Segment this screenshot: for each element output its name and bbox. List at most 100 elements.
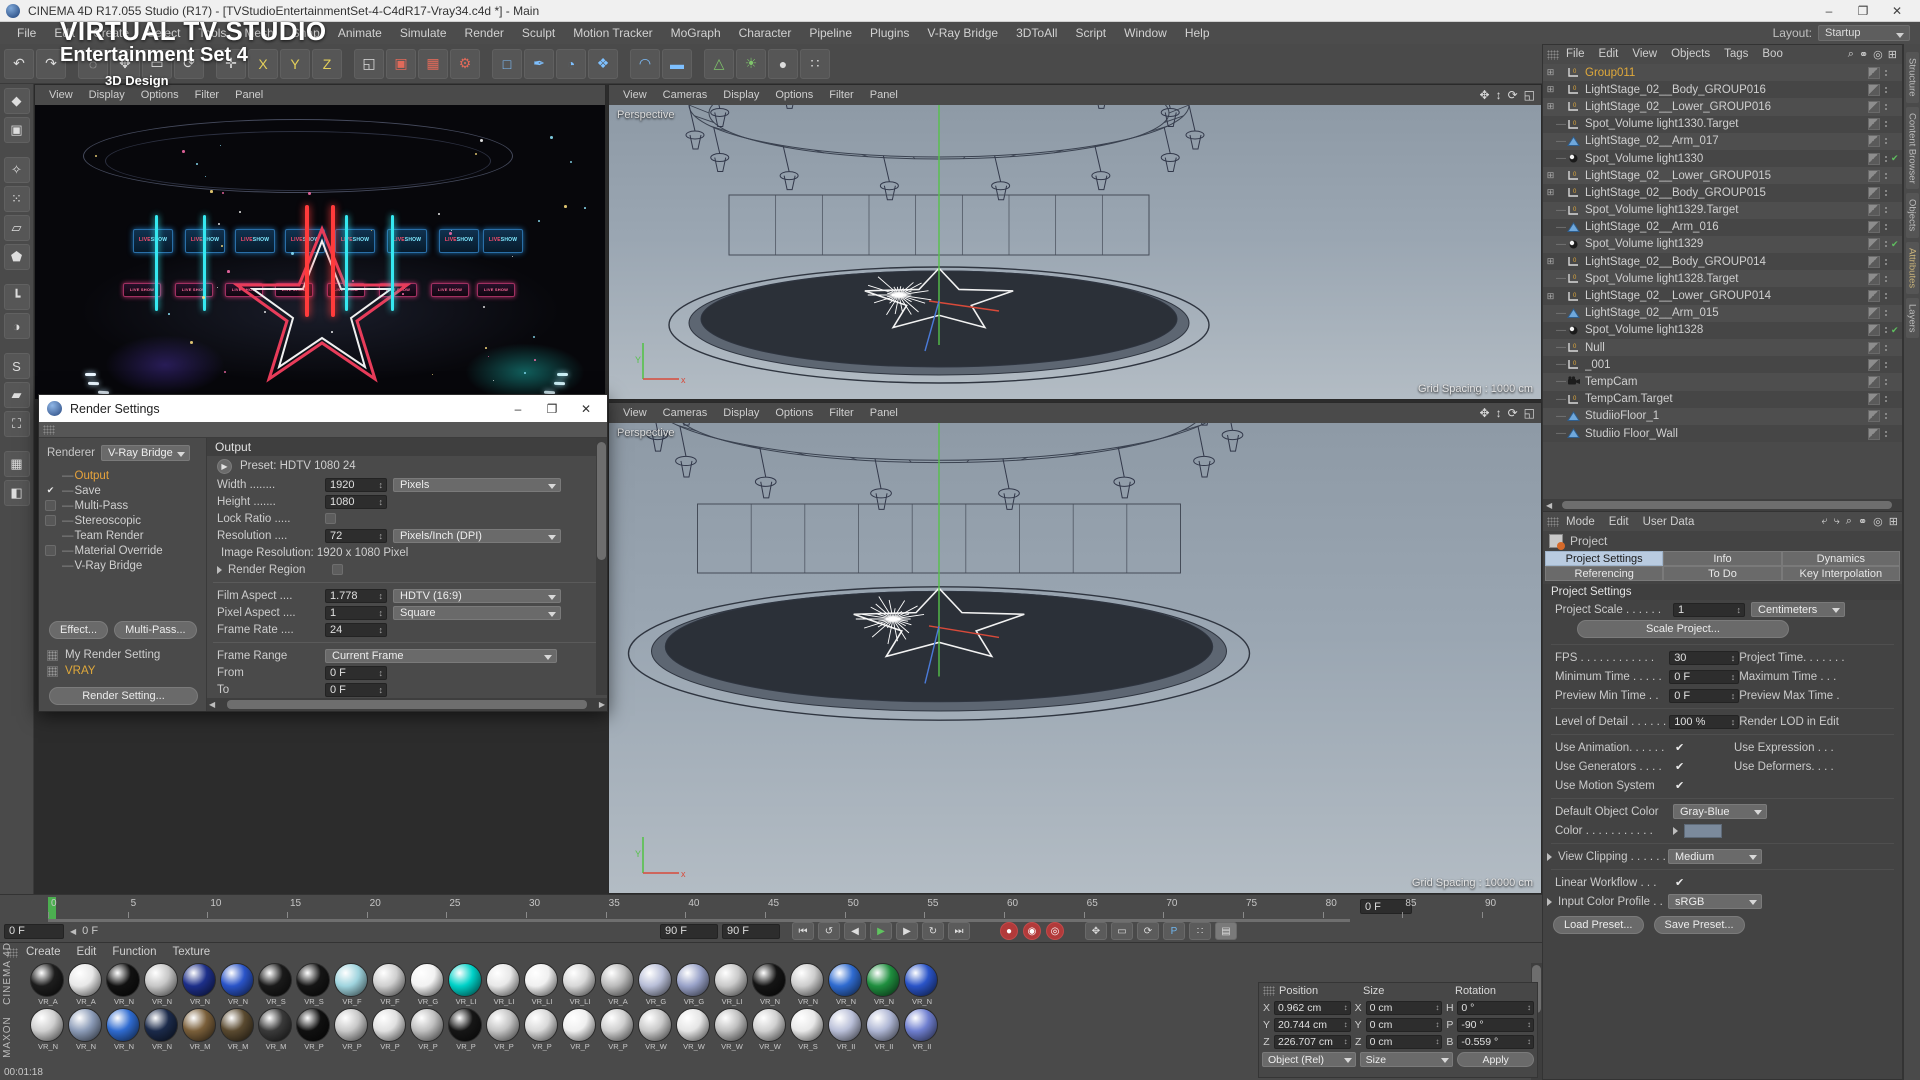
keyframe-selection-button[interactable]: ◎ — [1046, 922, 1064, 940]
filter-icon[interactable]: ◎ — [1873, 48, 1883, 61]
menu-mograph[interactable]: MoGraph — [662, 22, 730, 44]
object-manager-row[interactable]: ⊞0LightStage_02__Body_GROUP015 — [1543, 184, 1902, 201]
pin-icon[interactable]: ⊞ — [1888, 48, 1897, 61]
play-button[interactable]: ▶ — [870, 922, 892, 940]
polygons-mode[interactable]: ⬟ — [4, 244, 30, 270]
from-value[interactable]: 0 F↕ — [325, 666, 387, 680]
material-preview-sphere[interactable] — [752, 1008, 786, 1042]
object-manager-list[interactable]: ⊞0Group011⊞0LightStage_02__Body_GROUP016… — [1543, 64, 1902, 499]
render-setting-button[interactable]: Render Setting... — [49, 687, 198, 705]
viewport-menu-display[interactable]: Display — [81, 85, 133, 105]
material-cell[interactable]: VR_G — [410, 963, 446, 1006]
visibility-dots-icon[interactable] — [1883, 431, 1888, 437]
menu-edit[interactable]: Edit — [45, 22, 84, 44]
visibility-dots-icon[interactable] — [1883, 396, 1888, 402]
field-value[interactable]: 1920↕ — [325, 478, 387, 492]
material-preview-sphere[interactable] — [828, 1008, 862, 1042]
object-tag-icon[interactable] — [1868, 221, 1880, 233]
rotate-icon[interactable]: ⟳ — [1508, 406, 1518, 420]
field-value[interactable]: 1↕ — [325, 606, 387, 620]
object-tag-icon[interactable] — [1868, 359, 1880, 371]
visibility-dots-icon[interactable] — [1883, 327, 1888, 333]
render-setting-checkbox[interactable] — [45, 545, 56, 556]
size-value[interactable]: 0 cm↕ — [1366, 1035, 1443, 1049]
object-manager-menu-tags[interactable]: Tags — [1717, 45, 1755, 64]
material-cell[interactable]: VR_P — [372, 1008, 408, 1051]
material-preview-sphere[interactable] — [714, 963, 748, 997]
viewport-menu-display[interactable]: Display — [715, 403, 767, 423]
attribute-tab-referencing[interactable]: Referencing — [1545, 566, 1663, 581]
menu-mesh[interactable]: Mesh — [235, 22, 282, 44]
attribute-tab-key-interpolation[interactable]: Key Interpolation — [1782, 566, 1900, 581]
timeline-prev-icon[interactable]: ◀ — [70, 927, 76, 936]
menu-character[interactable]: Character — [730, 22, 801, 44]
attribute-menu-mode[interactable]: Mode — [1559, 516, 1602, 528]
material-cell[interactable]: VR_P — [410, 1008, 446, 1051]
material-preview-sphere[interactable] — [220, 963, 254, 997]
material-preview-sphere[interactable] — [144, 1008, 178, 1042]
material-preview-sphere[interactable] — [790, 963, 824, 997]
om-scroll-left-icon[interactable]: ◀ — [1543, 501, 1552, 510]
workplane-tool[interactable]: ▰ — [4, 382, 30, 408]
search-icon[interactable]: ⌕ — [1848, 48, 1854, 61]
attribute-tab-dynamics[interactable]: Dynamics — [1782, 551, 1900, 566]
side-tab-attributes[interactable]: Attributes — [1906, 242, 1919, 294]
visibility-dots-icon[interactable] — [1883, 138, 1888, 144]
load-preset-button[interactable]: Load Preset... — [1553, 916, 1644, 934]
maximize-viewport-icon[interactable]: ◱ — [1524, 88, 1535, 102]
apply-button[interactable]: Apply — [1457, 1052, 1534, 1067]
object-tag-icon[interactable] — [1868, 256, 1880, 268]
material-menu-function[interactable]: Function — [104, 943, 164, 962]
lock-icon[interactable]: ⚭ — [1859, 48, 1868, 61]
material-menu-texture[interactable]: Texture — [164, 943, 218, 962]
side-tab-objects[interactable]: Objects — [1906, 193, 1919, 237]
material-preview-sphere[interactable] — [372, 1008, 406, 1042]
to-value[interactable]: 0 F↕ — [325, 683, 387, 697]
expand-toggle-icon[interactable]: ⊞ — [1545, 170, 1556, 181]
menu-3dtoall[interactable]: 3DToAll — [1007, 22, 1066, 44]
visibility-dots-icon[interactable] — [1883, 224, 1888, 230]
render-setting-item-v-ray-bridge[interactable]: —V-Ray Bridge — [43, 558, 206, 573]
viewport-solo[interactable]: ◑ — [4, 313, 30, 339]
menu-render[interactable]: Render — [456, 22, 513, 44]
object-tag-icon[interactable] — [1868, 290, 1880, 302]
attribute-manager-grip-icon[interactable] — [1547, 517, 1559, 527]
attribute-checkbox[interactable]: ✔ — [1675, 741, 1684, 754]
zoom-icon[interactable]: ↕ — [1496, 406, 1502, 420]
zoom-icon[interactable]: ↕ — [1496, 88, 1502, 102]
object-manager-row[interactable]: —Spot_Volume light1328✔ — [1543, 322, 1902, 339]
rotate-icon[interactable]: ⟳ — [1508, 88, 1518, 102]
object-tag-icon[interactable] — [1868, 238, 1880, 250]
object-manager-row[interactable]: —0_001 — [1543, 356, 1902, 373]
timeline-ruler[interactable]: 0 F 051015202530354045505560657075808590 — [2, 895, 1540, 921]
field-value[interactable]: 24↕ — [325, 623, 387, 637]
material-cell[interactable]: VR_N — [220, 963, 256, 1006]
object-manager-row[interactable]: ⊞0LightStage_02__Lower_GROUP016 — [1543, 98, 1902, 115]
attribute-tab-project-settings[interactable]: Project Settings — [1545, 551, 1663, 566]
viewport-perspective-top-body[interactable]: Yx — [609, 105, 1541, 399]
object-tag-icon[interactable] — [1868, 342, 1880, 354]
visibility-dots-icon[interactable] — [1883, 362, 1888, 368]
material-preview-sphere[interactable] — [714, 1008, 748, 1042]
material-cell[interactable]: VR_N — [828, 963, 864, 1006]
object-tag-icon[interactable] — [1868, 135, 1880, 147]
visibility-dots-icon[interactable] — [1883, 345, 1888, 351]
field-unit-dropdown[interactable]: Square — [393, 606, 561, 620]
multipass-button[interactable]: Multi-Pass... — [114, 621, 197, 639]
x-axis-lock[interactable]: X — [248, 49, 278, 79]
object-manager-row[interactable]: —0Spot_Volume light1330.Target — [1543, 116, 1902, 133]
object-manager-row[interactable]: —0TempCam.Target — [1543, 391, 1902, 408]
size-value[interactable]: 0 cm↕ — [1366, 1001, 1443, 1015]
edges-mode[interactable]: ▱ — [4, 215, 30, 241]
camera-object[interactable]: △ — [704, 49, 734, 79]
scroll-right-icon[interactable]: ▶ — [599, 700, 605, 709]
material-preview-sphere[interactable] — [638, 1008, 672, 1042]
object-manager-menu-boo[interactable]: Boo — [1755, 45, 1789, 64]
material-preview-sphere[interactable] — [334, 963, 368, 997]
render-setting-checkbox[interactable] — [45, 560, 56, 571]
frame-range-dropdown[interactable]: Current Frame — [325, 649, 557, 663]
object-tag-icon[interactable] — [1868, 187, 1880, 199]
attribute-menu-user-data[interactable]: User Data — [1636, 516, 1702, 528]
material-cell[interactable]: VR_LI — [524, 963, 560, 1006]
attribute-row-value[interactable]: 30↕ — [1669, 651, 1739, 665]
